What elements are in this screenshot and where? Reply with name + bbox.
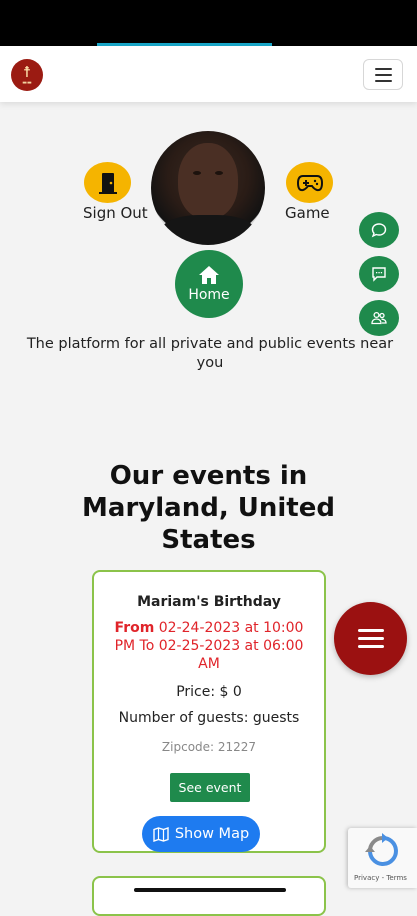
event-from-label: From (114, 620, 155, 636)
status-bar (0, 0, 417, 46)
chat-icon (371, 223, 387, 238)
avatar-eye (215, 171, 223, 175)
event-title: Mariam's Birthday (137, 594, 281, 610)
event-card (92, 876, 326, 916)
sign-out-button[interactable] (84, 162, 131, 203)
game-button[interactable] (286, 162, 333, 203)
show-map-button[interactable]: Show Map (142, 816, 260, 852)
avatar-eye (193, 171, 201, 175)
tagline: The platform for all private and public … (26, 336, 394, 371)
event-zipcode: Zipcode: 21227 (161, 740, 257, 754)
event-card: Mariam's Birthday From 02-24-2023 at 10:… (92, 570, 326, 853)
game-label: Game (285, 204, 330, 222)
card-divider (134, 888, 286, 892)
hamburger-line (357, 629, 384, 632)
map-icon (153, 826, 169, 842)
messages-button[interactable] (359, 256, 399, 292)
users-icon (371, 311, 387, 325)
home-button[interactable]: Home (175, 250, 243, 318)
hamburger-line (374, 73, 392, 76)
chat-button[interactable] (359, 212, 399, 248)
avatar-shirt (161, 215, 255, 245)
events-heading: Our events in Maryland, United States (82, 461, 335, 555)
show-map-label: Show Map (174, 826, 250, 842)
recaptcha-terms[interactable]: Privacy - Terms (354, 874, 407, 882)
friends-button[interactable] (359, 300, 399, 336)
see-event-button[interactable]: See event (170, 773, 250, 802)
recaptcha-icon (365, 833, 398, 866)
avatar-face (178, 143, 238, 219)
gamepad-icon (296, 174, 323, 191)
event-price: Price: $ 0 (176, 684, 242, 700)
top-navbar: ☨ ▬▬ (0, 46, 417, 102)
home-icon (199, 266, 219, 284)
door-icon (98, 172, 117, 194)
profile-avatar[interactable] (151, 131, 265, 245)
hamburger-line (374, 67, 392, 70)
navbar-menu-toggle[interactable] (363, 59, 403, 90)
logo-icon[interactable]: ☨ ▬▬ (11, 59, 43, 91)
hamburger-line (357, 637, 384, 640)
sign-out-label: Sign Out (83, 204, 148, 222)
floating-menu-button[interactable] (334, 602, 407, 675)
event-dates: From 02-24-2023 at 10:00 PM To 02-25-202… (108, 619, 310, 673)
home-label: Home (188, 287, 230, 303)
message-icon (372, 267, 386, 282)
event-guests: Number of guests: guests (118, 710, 300, 726)
hamburger-line (374, 79, 392, 82)
hamburger-line (357, 645, 384, 648)
recaptcha-badge[interactable]: Privacy - Terms (348, 828, 417, 888)
